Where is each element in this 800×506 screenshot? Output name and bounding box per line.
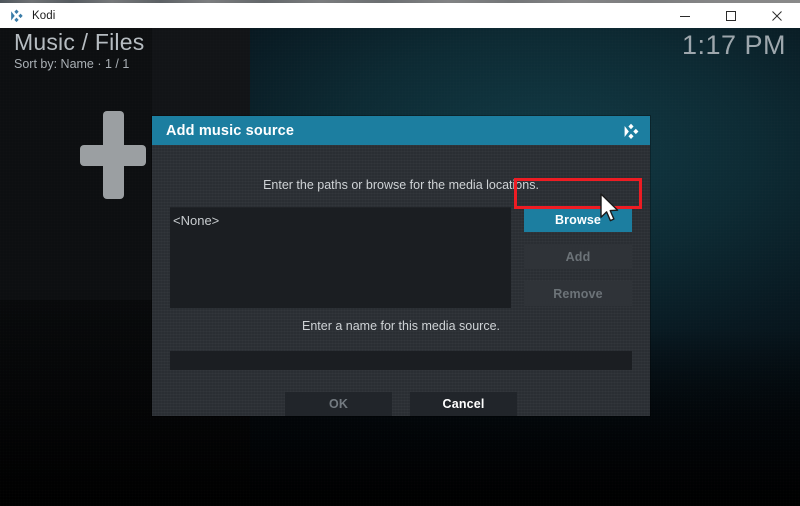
close-icon[interactable] (754, 3, 800, 28)
browse-button[interactable]: Browse (524, 207, 632, 232)
name-hint: Enter a name for this media source. (301, 319, 500, 333)
window-titlebar[interactable]: Kodi (0, 3, 800, 28)
window-title: Kodi (32, 9, 56, 22)
screen-top-artifact (0, 0, 800, 3)
source-name-input[interactable] (170, 351, 632, 370)
screen: Kodi Music / Files Sort by: Name · 1 / 1… (0, 0, 800, 506)
dialog-actions: OK Cancel (152, 392, 650, 416)
list-item[interactable]: <None> (170, 207, 511, 228)
dialog-body: Enter the paths or browse for the media … (152, 145, 650, 416)
plus-icon (80, 111, 146, 199)
minimize-icon[interactable] (662, 3, 708, 28)
ok-button[interactable]: OK (285, 392, 392, 416)
add-button[interactable]: Add (524, 244, 632, 269)
cancel-button[interactable]: Cancel (410, 392, 517, 416)
breadcrumb: Music / Files (14, 29, 145, 55)
remove-button[interactable]: Remove (524, 281, 632, 306)
page-header: Music / Files Sort by: Name · 1 / 1 (14, 28, 144, 72)
path-list[interactable]: <None> (170, 207, 511, 308)
kodi-logo-icon (622, 122, 640, 140)
dialog-title: Add music source (166, 122, 295, 139)
kodi-icon (9, 8, 24, 23)
clock: 1:17 PM (681, 30, 786, 60)
paths-hint: Enter the paths or browse for the media … (263, 178, 539, 192)
add-music-source-dialog: Add music source Enter the paths or brow… (152, 116, 650, 416)
maximize-icon[interactable] (708, 3, 754, 28)
dialog-header: Add music source (152, 116, 650, 145)
sort-status: Sort by: Name · 1 / 1 (14, 57, 130, 71)
path-actions: Browse Add Remove (524, 207, 632, 318)
